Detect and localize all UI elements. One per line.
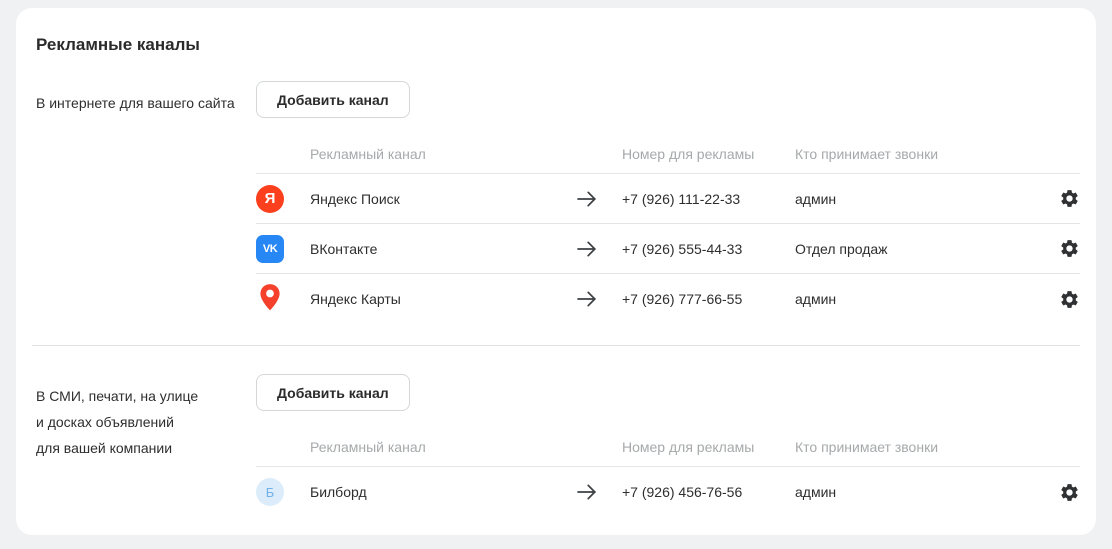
table-row: Я Яндекс Поиск +7 (926) 111-22-33 админ: [256, 174, 1080, 224]
internet-channels-table: Рекламный канал Номер для рекламы Кто пр…: [256, 134, 1080, 324]
arrow-right-icon: [577, 291, 596, 307]
add-channel-button[interactable]: Добавить канал: [256, 81, 410, 118]
section-offline-label: В СМИ, печати, на улице и досках объявле…: [36, 374, 256, 517]
channel-receiver: админ: [795, 291, 837, 307]
settings-gear-icon[interactable]: [1058, 481, 1080, 503]
arrow-right-icon: [577, 484, 596, 500]
channel-phone: +7 (926) 456-76-56: [622, 484, 743, 500]
column-header-receiver: Кто принимает звонки: [795, 438, 939, 455]
column-header-number: Номер для рекламы: [622, 145, 755, 162]
offline-channels-table: Рекламный канал Номер для рекламы Кто пр…: [256, 427, 1080, 517]
settings-gear-icon[interactable]: [1058, 188, 1080, 210]
channel-name: Яндекс Поиск: [310, 190, 400, 207]
column-header-receiver: Кто принимает звонки: [795, 145, 939, 162]
channel-receiver: админ: [795, 484, 837, 500]
add-channel-button[interactable]: Добавить канал: [256, 374, 410, 411]
section-internet: В интернете для вашего сайта Добавить ка…: [36, 81, 1080, 324]
section-offline: В СМИ, печати, на улице и досках объявле…: [36, 374, 1080, 517]
vkontakte-icon: VK: [256, 234, 284, 263]
column-header-number: Номер для рекламы: [622, 438, 755, 455]
billboard-initial-icon: Б: [256, 478, 284, 506]
channel-phone: +7 (926) 777-66-55: [622, 291, 743, 307]
page-title: Рекламные каналы: [36, 35, 200, 54]
channel-phone: +7 (926) 111-22-33: [622, 190, 741, 207]
table-row: Б Билборд +7 (926) 456-76-56 админ: [256, 467, 1080, 517]
section-divider: [32, 345, 1080, 346]
channel-name: Билборд: [310, 484, 367, 500]
section-label-line: для вашей компании: [36, 440, 173, 456]
channel-phone: +7 (926) 555-44-33: [622, 240, 743, 257]
yandex-search-icon: Я: [256, 184, 284, 213]
column-header-channel: Рекламный канал: [310, 145, 426, 162]
table-row: VK ВКонтакте +7 (926) 555-44-33 Отдел пр…: [256, 224, 1080, 274]
arrow-right-icon: [577, 241, 596, 256]
column-header-channel: Рекламный канал: [310, 438, 426, 455]
channel-name: Яндекс Карты: [310, 291, 401, 307]
channel-name: ВКонтакте: [310, 240, 378, 257]
channel-receiver: Отдел продаж: [795, 240, 888, 257]
channel-receiver: админ: [795, 190, 837, 207]
table-header-row: Рекламный канал Номер для рекламы Кто пр…: [256, 427, 1080, 467]
settings-gear-icon[interactable]: [1058, 288, 1080, 310]
arrow-right-icon: [577, 191, 596, 206]
advertising-channels-card: Рекламные каналы В интернете для вашего …: [16, 8, 1096, 535]
section-label-line: В СМИ, печати, на улице: [36, 388, 199, 404]
section-internet-label: В интернете для вашего сайта: [36, 81, 256, 324]
yandex-maps-pin-icon: [260, 284, 280, 311]
settings-gear-icon[interactable]: [1058, 238, 1080, 260]
table-row: Яндекс Карты +7 (926) 777-66-55 админ: [256, 274, 1080, 324]
section-label-line: и досках объявлений: [36, 414, 174, 430]
section-label-line: В интернете для вашего сайта: [36, 95, 235, 111]
table-header-row: Рекламный канал Номер для рекламы Кто пр…: [256, 134, 1080, 174]
